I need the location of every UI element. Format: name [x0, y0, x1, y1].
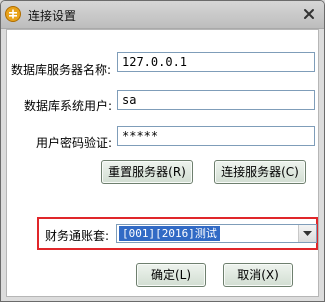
- db-user-label: 数据库系统用户:: [24, 99, 113, 113]
- title-bar[interactable]: 连接设置: [1, 1, 324, 29]
- account-label: 财务通账套:: [45, 229, 110, 243]
- password-label: 用户密码验证:: [36, 136, 113, 150]
- connect-server-button[interactable]: 连接服务器(C): [214, 160, 306, 184]
- account-selected-value: [001][2016]测试: [119, 226, 220, 241]
- password-input[interactable]: *****: [117, 126, 315, 146]
- connection-settings-dialog: 连接设置 数据库服务器名称: 127.0.0.1 数据库系统用户: sa 用户密…: [0, 0, 325, 302]
- ok-button[interactable]: 确定(L): [136, 263, 206, 287]
- app-logo-icon: [5, 6, 21, 22]
- chevron-down-icon[interactable]: [298, 225, 316, 242]
- server-name-input[interactable]: 127.0.0.1: [117, 52, 315, 72]
- db-user-input[interactable]: sa: [117, 90, 315, 110]
- dialog-content: 数据库服务器名称: 127.0.0.1 数据库系统用户: sa 用户密码验证: …: [6, 29, 319, 297]
- cancel-button[interactable]: 取消(X): [223, 263, 293, 287]
- server-name-label: 数据库服务器名称:: [11, 63, 112, 77]
- account-select[interactable]: [001][2016]测试: [116, 224, 317, 243]
- window-title: 连接设置: [28, 9, 77, 23]
- close-icon[interactable]: [302, 7, 316, 21]
- reset-server-button[interactable]: 重置服务器(R): [101, 160, 193, 184]
